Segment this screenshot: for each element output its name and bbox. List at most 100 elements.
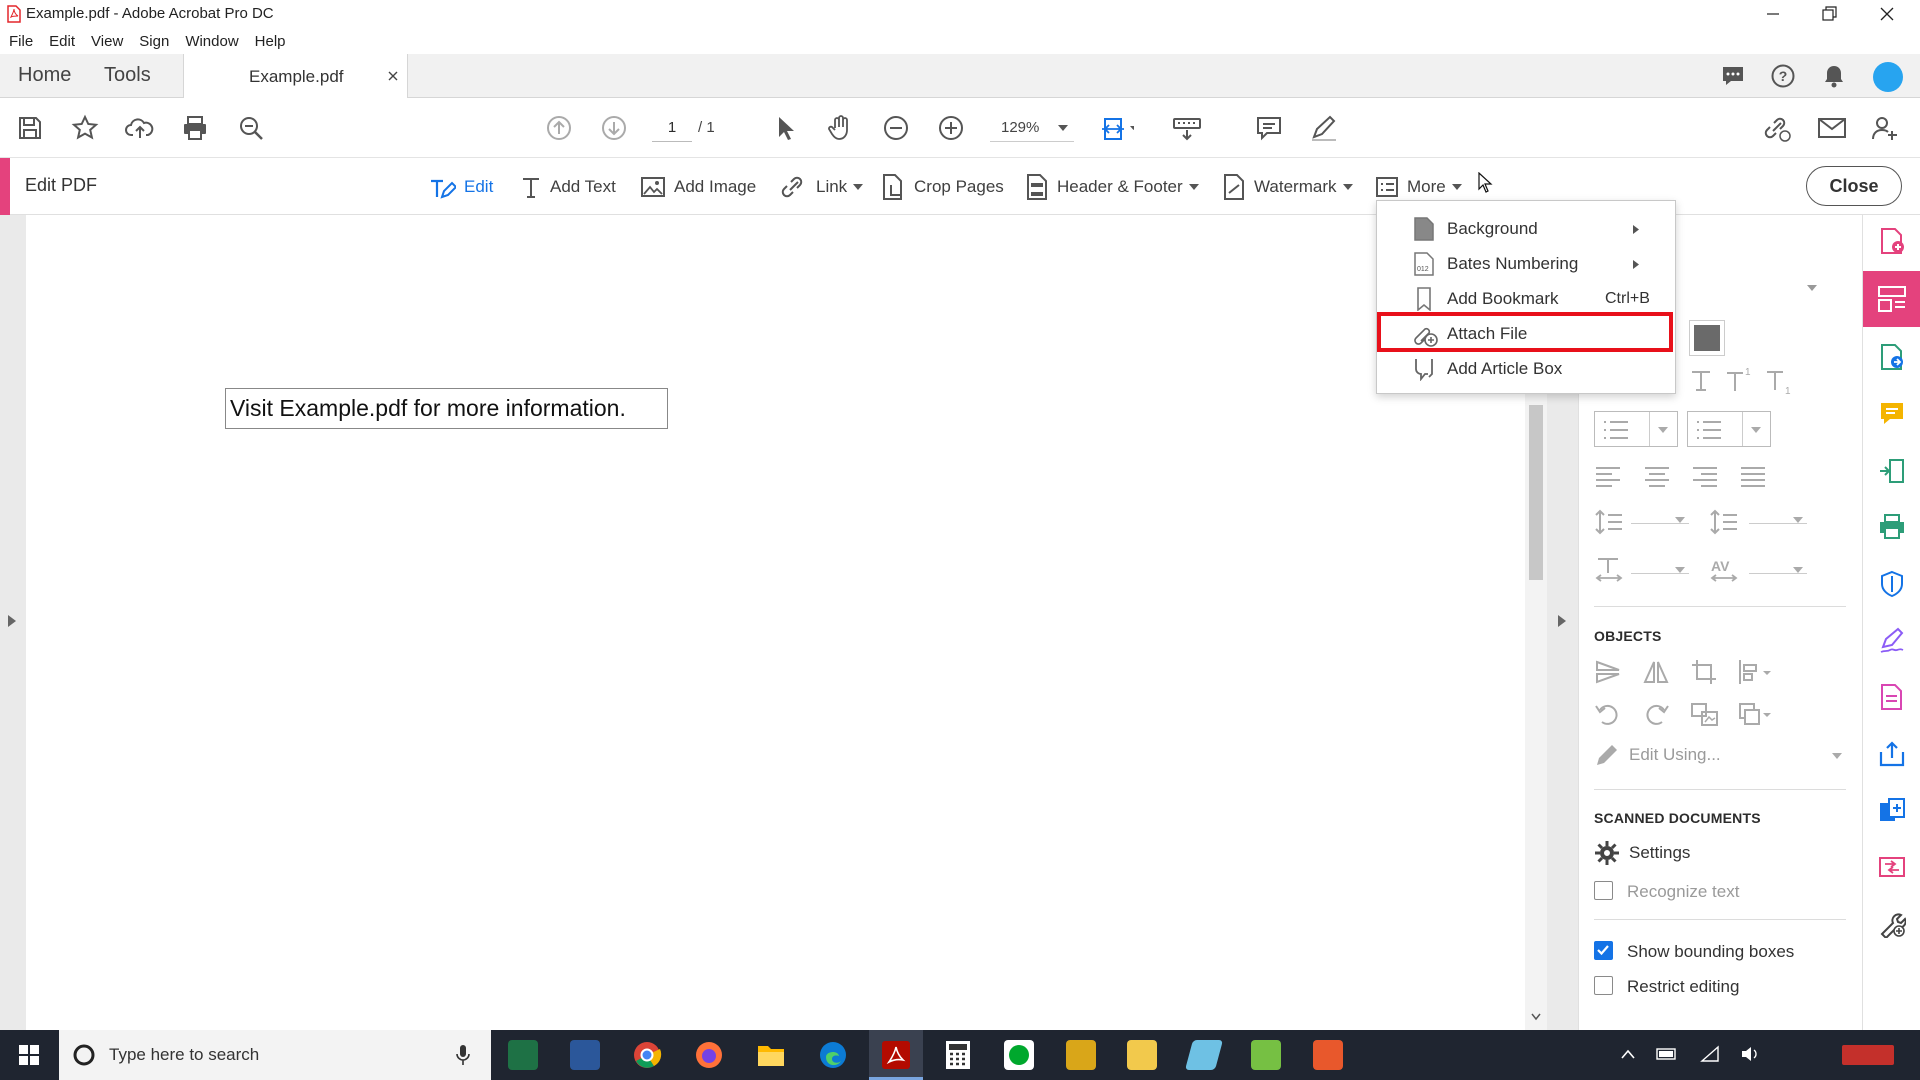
menu-window[interactable]: Window xyxy=(185,33,238,50)
pdf-page[interactable]: Visit Example.pdf for more information. xyxy=(26,215,1526,1030)
crop-pages-button[interactable]: Crop Pages xyxy=(880,172,1004,202)
word-taskbar-icon[interactable] xyxy=(570,1040,600,1070)
header-footer-button[interactable]: Header & Footer xyxy=(1025,172,1207,202)
share-upload-icon[interactable] xyxy=(1878,740,1906,768)
justify-icon[interactable] xyxy=(1739,465,1767,487)
horizontal-scale-icon[interactable] xyxy=(1594,555,1624,583)
pdf-text-box[interactable]: Visit Example.pdf for more information. xyxy=(225,388,668,429)
line-spacing-icon[interactable] xyxy=(1594,508,1624,536)
close-tab-icon[interactable] xyxy=(386,69,400,83)
flip-horizontal-icon[interactable] xyxy=(1642,658,1670,686)
microphone-icon[interactable] xyxy=(455,1044,471,1066)
calculator-taskbar-icon[interactable] xyxy=(944,1040,972,1070)
chevron-down-icon[interactable] xyxy=(1675,517,1685,523)
restore-icon[interactable] xyxy=(1820,5,1838,23)
volume-icon[interactable] xyxy=(1740,1045,1760,1063)
more-button[interactable]: More xyxy=(1375,172,1470,202)
add-text-button[interactable]: Add Text xyxy=(520,172,616,202)
compare-files-icon[interactable] xyxy=(1878,853,1906,881)
close-window-icon[interactable] xyxy=(1878,5,1896,23)
align-left-icon[interactable] xyxy=(1594,465,1622,487)
fill-sign-icon[interactable] xyxy=(1878,627,1906,655)
show-hidden-icons-chevron-icon[interactable] xyxy=(1620,1048,1636,1060)
save-button[interactable] xyxy=(13,111,47,145)
more-tools-wrench-icon[interactable] xyxy=(1878,910,1906,938)
edit-button[interactable]: Edit xyxy=(428,172,493,202)
acrobat-taskbar-active[interactable] xyxy=(869,1030,923,1080)
scroll-down-arrow-icon[interactable] xyxy=(1531,1013,1541,1021)
create-pdf-icon[interactable] xyxy=(1878,227,1906,255)
excel-taskbar-icon[interactable] xyxy=(508,1040,538,1070)
text-style-icon[interactable] xyxy=(1689,368,1713,394)
file-explorer-taskbar-icon[interactable] xyxy=(756,1041,786,1069)
menu-item-bates-numbering[interactable]: 012 Bates Numbering xyxy=(1377,246,1677,281)
add-image-button[interactable]: Add Image xyxy=(640,172,756,202)
menu-file[interactable]: File xyxy=(9,33,33,50)
rotate-clockwise-icon[interactable] xyxy=(1642,700,1670,728)
close-edit-button[interactable]: Close xyxy=(1806,166,1902,206)
menu-sign[interactable]: Sign xyxy=(139,33,169,50)
firefox-taskbar-icon[interactable] xyxy=(694,1040,724,1070)
paragraph-spacing-icon[interactable] xyxy=(1709,508,1739,536)
highlight-pen-button[interactable] xyxy=(1307,111,1341,145)
send-for-review-icon[interactable] xyxy=(1878,797,1906,825)
scrollbar-thumb[interactable] xyxy=(1529,405,1543,580)
zoom-out-button[interactable] xyxy=(879,111,913,145)
replace-image-icon[interactable] xyxy=(1690,700,1720,728)
chrome-taskbar-icon[interactable] xyxy=(632,1040,662,1070)
align-center-icon[interactable] xyxy=(1643,465,1671,487)
zoom-in-button[interactable] xyxy=(934,111,968,145)
watermark-button[interactable]: Watermark xyxy=(1222,172,1361,202)
superscript-icon[interactable]: 1 xyxy=(1725,365,1755,393)
menu-item-add-bookmark[interactable]: Add Bookmark Ctrl+B xyxy=(1377,281,1677,316)
avatar[interactable] xyxy=(1873,62,1903,92)
fireworks-taskbar-icon[interactable] xyxy=(1066,1040,1096,1070)
page-number-input[interactable]: 1 xyxy=(652,114,692,142)
restrict-editing-checkbox[interactable] xyxy=(1594,976,1613,995)
link-button[interactable]: Link xyxy=(780,172,871,202)
expand-right-icon[interactable] xyxy=(1558,615,1566,627)
battery-icon[interactable] xyxy=(1656,1047,1678,1061)
align-right-icon[interactable] xyxy=(1691,465,1719,487)
chevron-down-icon[interactable] xyxy=(1793,517,1803,523)
app-taskbar-icon[interactable] xyxy=(1184,1040,1224,1070)
zoom-level-select[interactable]: 129% xyxy=(990,114,1074,142)
menu-item-background[interactable]: Background xyxy=(1377,211,1677,246)
group-objects-icon[interactable] xyxy=(1737,700,1773,728)
next-page-button[interactable] xyxy=(597,111,631,145)
share-link-button[interactable] xyxy=(1760,111,1794,145)
comments-icon[interactable] xyxy=(1720,63,1746,89)
find-button[interactable] xyxy=(234,111,268,145)
chevron-down-icon[interactable] xyxy=(1675,567,1685,573)
bullet-list-button[interactable] xyxy=(1594,411,1678,447)
protect-shield-icon[interactable] xyxy=(1878,570,1906,598)
taskbar-search-box[interactable]: Type here to search xyxy=(59,1030,491,1080)
show-bounding-boxes-checkbox[interactable] xyxy=(1594,941,1613,960)
select-tool-button[interactable] xyxy=(769,111,803,145)
fit-page-button[interactable] xyxy=(1100,111,1134,145)
character-spacing-field[interactable] xyxy=(1749,573,1807,574)
print-button[interactable] xyxy=(178,111,212,145)
arrange-objects-icon[interactable] xyxy=(1737,658,1773,686)
notifications-bell-icon[interactable] xyxy=(1821,63,1847,89)
export-pdf-icon[interactable] xyxy=(1878,343,1906,371)
camtasia-green-taskbar-icon[interactable] xyxy=(1251,1040,1281,1070)
bookmark-star-button[interactable] xyxy=(68,111,102,145)
gear-icon[interactable] xyxy=(1594,840,1620,866)
character-spacing-icon[interactable]: AV xyxy=(1709,555,1739,583)
numbered-list-button[interactable] xyxy=(1687,411,1771,447)
expand-right-icon[interactable] xyxy=(8,615,16,627)
windows-start-icon[interactable] xyxy=(19,1045,39,1065)
tab-tools[interactable]: Tools xyxy=(104,64,151,87)
organize-pages-icon[interactable] xyxy=(1878,457,1906,485)
comment-tool-icon[interactable] xyxy=(1878,400,1906,428)
chevron-down-icon[interactable] xyxy=(1832,753,1842,759)
previous-page-button[interactable] xyxy=(542,111,576,145)
flip-vertical-icon[interactable] xyxy=(1594,658,1622,686)
tab-document[interactable]: Example.pdf xyxy=(183,54,408,99)
comment-button[interactable] xyxy=(1252,111,1286,145)
edit-using-label[interactable]: Edit Using... xyxy=(1629,745,1721,765)
edit-using-pencil-icon[interactable] xyxy=(1594,742,1620,768)
add-user-button[interactable] xyxy=(1868,111,1902,145)
crop-image-icon[interactable] xyxy=(1690,658,1718,686)
